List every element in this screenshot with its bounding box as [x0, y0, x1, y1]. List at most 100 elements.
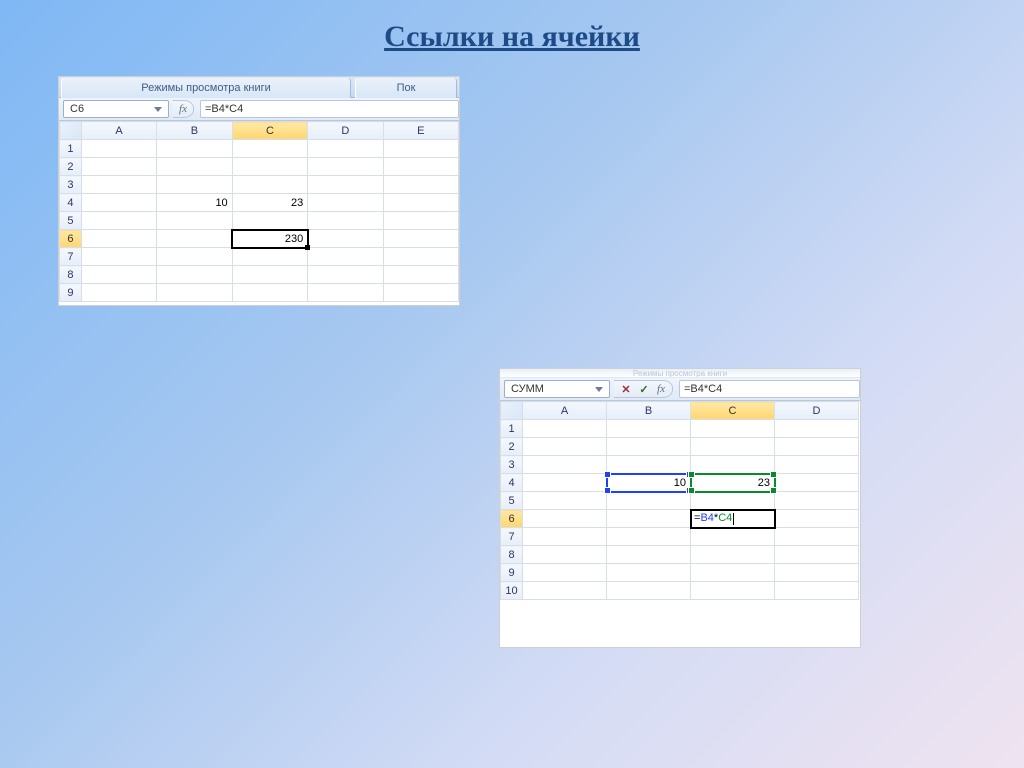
row-header[interactable]: 3 [60, 176, 82, 194]
cell[interactable] [523, 546, 607, 564]
cell[interactable] [232, 212, 308, 230]
cell[interactable] [523, 438, 607, 456]
col-header-b[interactable]: B [607, 402, 691, 420]
row-header[interactable]: 2 [501, 438, 523, 456]
cell[interactable] [523, 510, 607, 528]
cell[interactable] [523, 456, 607, 474]
cell[interactable] [308, 284, 383, 302]
cell[interactable] [383, 140, 458, 158]
cell[interactable] [775, 564, 859, 582]
cell[interactable] [308, 248, 383, 266]
row-header[interactable]: 10 [501, 582, 523, 600]
name-box[interactable]: СУММ [504, 380, 610, 398]
row-header[interactable]: 2 [60, 158, 82, 176]
col-header-c[interactable]: C [232, 122, 308, 140]
cell[interactable] [691, 420, 775, 438]
spreadsheet-grid[interactable]: A B C D E 1 2 3 41023 5 6230 7 8 9 [59, 121, 459, 302]
row-header[interactable]: 1 [501, 420, 523, 438]
cell[interactable] [308, 230, 383, 248]
cell[interactable] [383, 230, 458, 248]
cell[interactable] [157, 176, 232, 194]
cell[interactable] [383, 248, 458, 266]
row-header-active[interactable]: 6 [501, 510, 523, 528]
cell[interactable] [308, 158, 383, 176]
cell[interactable] [232, 248, 308, 266]
cell[interactable] [607, 582, 691, 600]
cell[interactable] [523, 420, 607, 438]
cell[interactable] [775, 456, 859, 474]
cell[interactable] [607, 456, 691, 474]
cell[interactable] [691, 528, 775, 546]
cell[interactable] [81, 158, 156, 176]
cell[interactable] [308, 176, 383, 194]
cell[interactable] [523, 582, 607, 600]
cell[interactable] [383, 284, 458, 302]
fx-icon[interactable]: fx [654, 383, 668, 395]
cell[interactable] [232, 158, 308, 176]
cell-c6-editing[interactable]: =B4*C4 [691, 510, 775, 528]
cell[interactable] [775, 510, 859, 528]
cell[interactable] [523, 474, 607, 492]
row-header[interactable]: 7 [60, 248, 82, 266]
cell[interactable] [232, 284, 308, 302]
cell[interactable] [691, 564, 775, 582]
select-all-corner[interactable] [501, 402, 523, 420]
ribbon-group-show[interactable]: Пок [355, 78, 457, 98]
cell[interactable] [308, 194, 383, 212]
row-header[interactable]: 8 [501, 546, 523, 564]
cell[interactable] [775, 438, 859, 456]
cell[interactable] [607, 546, 691, 564]
formula-input[interactable]: =B4*C4 [679, 380, 860, 398]
cell[interactable] [523, 528, 607, 546]
row-header[interactable]: 4 [60, 194, 82, 212]
cell[interactable] [775, 546, 859, 564]
cell[interactable] [775, 528, 859, 546]
cell-c6-selected[interactable]: 230 [232, 230, 308, 248]
cell[interactable] [691, 492, 775, 510]
name-box[interactable]: C6 [63, 100, 169, 118]
col-header-e[interactable]: E [383, 122, 458, 140]
cell[interactable] [691, 438, 775, 456]
row-header[interactable]: 9 [501, 564, 523, 582]
cell[interactable] [81, 140, 156, 158]
cell[interactable] [691, 456, 775, 474]
spreadsheet-grid[interactable]: A B C D 1 2 3 4 10 23 5 6 =B4*C4 7 8 9 1… [500, 401, 860, 600]
cell[interactable] [157, 212, 232, 230]
formula-input[interactable]: =B4*C4 [200, 100, 459, 118]
cell[interactable] [308, 212, 383, 230]
cell[interactable] [383, 158, 458, 176]
cell[interactable] [523, 564, 607, 582]
cell[interactable] [607, 420, 691, 438]
cell[interactable] [81, 248, 156, 266]
cell[interactable] [607, 438, 691, 456]
cell[interactable] [81, 194, 156, 212]
cell[interactable] [81, 176, 156, 194]
cell[interactable] [607, 528, 691, 546]
row-header[interactable]: 5 [60, 212, 82, 230]
select-all-corner[interactable] [60, 122, 82, 140]
cell[interactable] [157, 230, 232, 248]
col-header-b[interactable]: B [157, 122, 232, 140]
fx-button[interactable]: fx [173, 100, 194, 118]
enter-icon[interactable]: ✓ [636, 381, 652, 397]
cell[interactable] [232, 140, 308, 158]
cell[interactable] [157, 140, 232, 158]
row-header[interactable]: 9 [60, 284, 82, 302]
cell[interactable] [157, 266, 232, 284]
cell[interactable] [691, 582, 775, 600]
cell[interactable] [383, 266, 458, 284]
cell[interactable] [232, 176, 308, 194]
cell-b4[interactable]: 10 [157, 194, 232, 212]
cell[interactable] [607, 510, 691, 528]
cell[interactable] [691, 546, 775, 564]
cell[interactable] [81, 284, 156, 302]
cell[interactable] [232, 266, 308, 284]
cell[interactable] [775, 582, 859, 600]
cell[interactable] [81, 212, 156, 230]
cell[interactable] [157, 284, 232, 302]
cell[interactable] [775, 474, 859, 492]
cell[interactable] [775, 492, 859, 510]
cell[interactable] [775, 420, 859, 438]
ribbon-group-view-modes[interactable]: Режимы просмотра книги [61, 78, 351, 98]
cell[interactable] [81, 266, 156, 284]
